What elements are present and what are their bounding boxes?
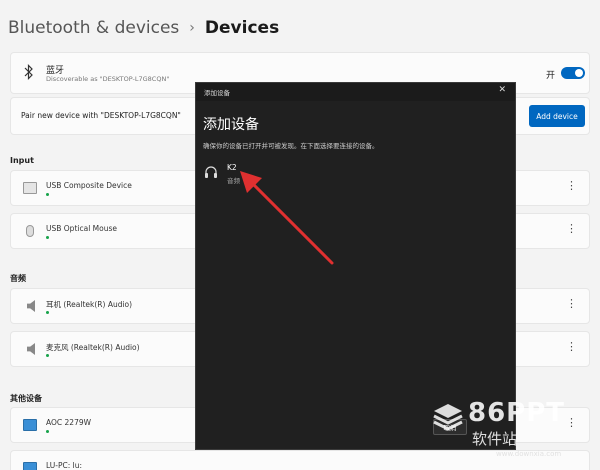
dialog-description: 确保你的设备已打开并可被发现。在下面选择要连接的设备。 bbox=[203, 142, 379, 150]
add-device-dialog: 添加设备 ✕ 添加设备 确保你的设备已打开并可被发现。在下面选择要连接的设备。 … bbox=[195, 82, 516, 450]
dialog-window-title: 添加设备 bbox=[204, 89, 230, 97]
more-options-icon[interactable]: ⋮ bbox=[566, 223, 577, 234]
add-device-button[interactable]: Add device bbox=[529, 105, 585, 127]
stacked-layers-logo-icon bbox=[432, 402, 464, 432]
headphones-icon bbox=[204, 164, 218, 178]
device-name: 耳机 (Realtek(R) Audio) bbox=[46, 300, 133, 309]
bluetooth-discoverable-text: Discoverable as "DESKTOP-L7G8CQN" bbox=[46, 75, 170, 83]
connected-status-dot bbox=[46, 236, 49, 239]
speaker-icon bbox=[27, 300, 35, 312]
section-other-title: 其他设备 bbox=[10, 394, 42, 403]
watermark: 86PPT 软件站 www.downxia.com bbox=[432, 398, 600, 470]
more-options-icon[interactable]: ⋮ bbox=[566, 180, 577, 191]
bluetooth-icon bbox=[24, 64, 34, 84]
watermark-brand: 86PPT bbox=[468, 398, 566, 428]
connected-status-dot bbox=[46, 354, 49, 357]
dialog-titlebar: 添加设备 ✕ bbox=[196, 83, 515, 101]
discovered-device-k2[interactable]: K2 音频 bbox=[200, 159, 320, 187]
bluetooth-toggle[interactable] bbox=[561, 67, 585, 79]
monitor-icon bbox=[23, 419, 37, 431]
breadcrumb-parent-link[interactable]: Bluetooth & devices bbox=[8, 18, 179, 38]
keyboard-icon bbox=[23, 182, 37, 194]
device-name: USB Optical Mouse bbox=[46, 224, 117, 233]
mouse-icon bbox=[26, 225, 34, 237]
watermark-subtitle: 软件站 bbox=[472, 430, 518, 448]
more-options-icon[interactable]: ⋮ bbox=[566, 341, 577, 352]
speaker-icon bbox=[27, 343, 35, 355]
watermark-url: www.downxia.com bbox=[496, 450, 562, 458]
device-name: AOC 2279W bbox=[46, 418, 92, 427]
section-audio-title: 音频 bbox=[10, 274, 26, 283]
page-title: Devices bbox=[204, 18, 280, 38]
toggle-knob bbox=[575, 69, 583, 77]
device-name: 麦克风 (Realtek(R) Audio) bbox=[46, 343, 140, 352]
discovered-device-type: 音频 bbox=[227, 177, 240, 185]
device-name: USB Composite Device bbox=[46, 181, 132, 190]
more-options-icon[interactable]: ⋮ bbox=[566, 298, 577, 309]
pair-device-text: Pair new device with "DESKTOP-L7G8CQN" bbox=[21, 111, 181, 120]
section-input-title: Input bbox=[10, 156, 34, 165]
connected-status-dot bbox=[46, 193, 49, 196]
breadcrumb: Bluetooth & devices › Devices bbox=[8, 18, 279, 38]
close-icon[interactable]: ✕ bbox=[498, 86, 506, 95]
dialog-heading: 添加设备 bbox=[203, 117, 259, 133]
device-name: LU-PC: lu: bbox=[46, 461, 83, 470]
monitor-icon bbox=[23, 462, 37, 470]
discovered-device-name: K2 bbox=[227, 163, 237, 172]
connected-status-dot bbox=[46, 430, 49, 433]
connected-status-dot bbox=[46, 311, 49, 314]
chevron-right-icon: › bbox=[189, 20, 195, 36]
bluetooth-toggle-label: 开 bbox=[545, 71, 555, 81]
